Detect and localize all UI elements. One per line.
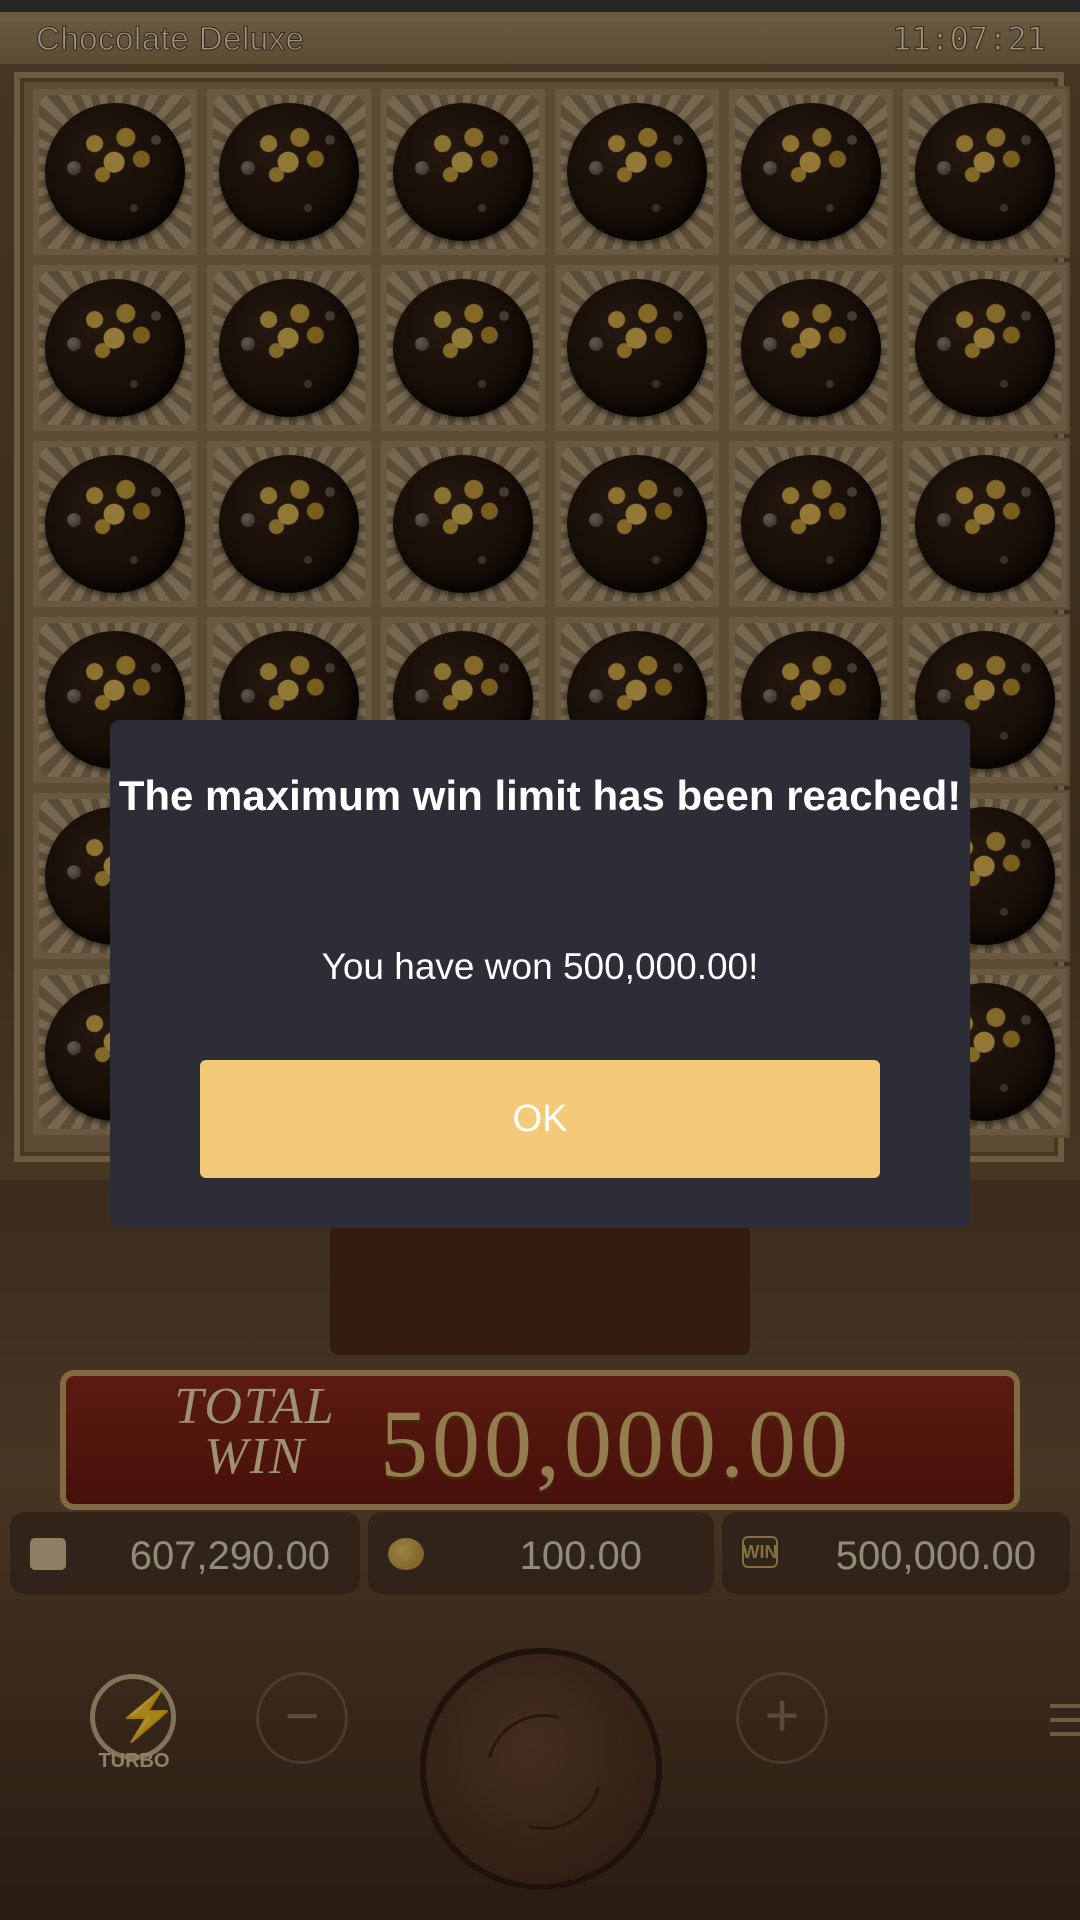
game-screen: Chocolate Deluxe 11:07:21 TOTAL WIN 500,… <box>0 0 1080 1920</box>
ok-button[interactable]: OK <box>200 1060 880 1178</box>
dialog-title: The maximum win limit has been reached! <box>118 772 962 819</box>
max-win-dialog: The maximum win limit has been reached! … <box>110 720 970 1228</box>
dialog-message: You have won 500,000.00! <box>321 946 759 987</box>
